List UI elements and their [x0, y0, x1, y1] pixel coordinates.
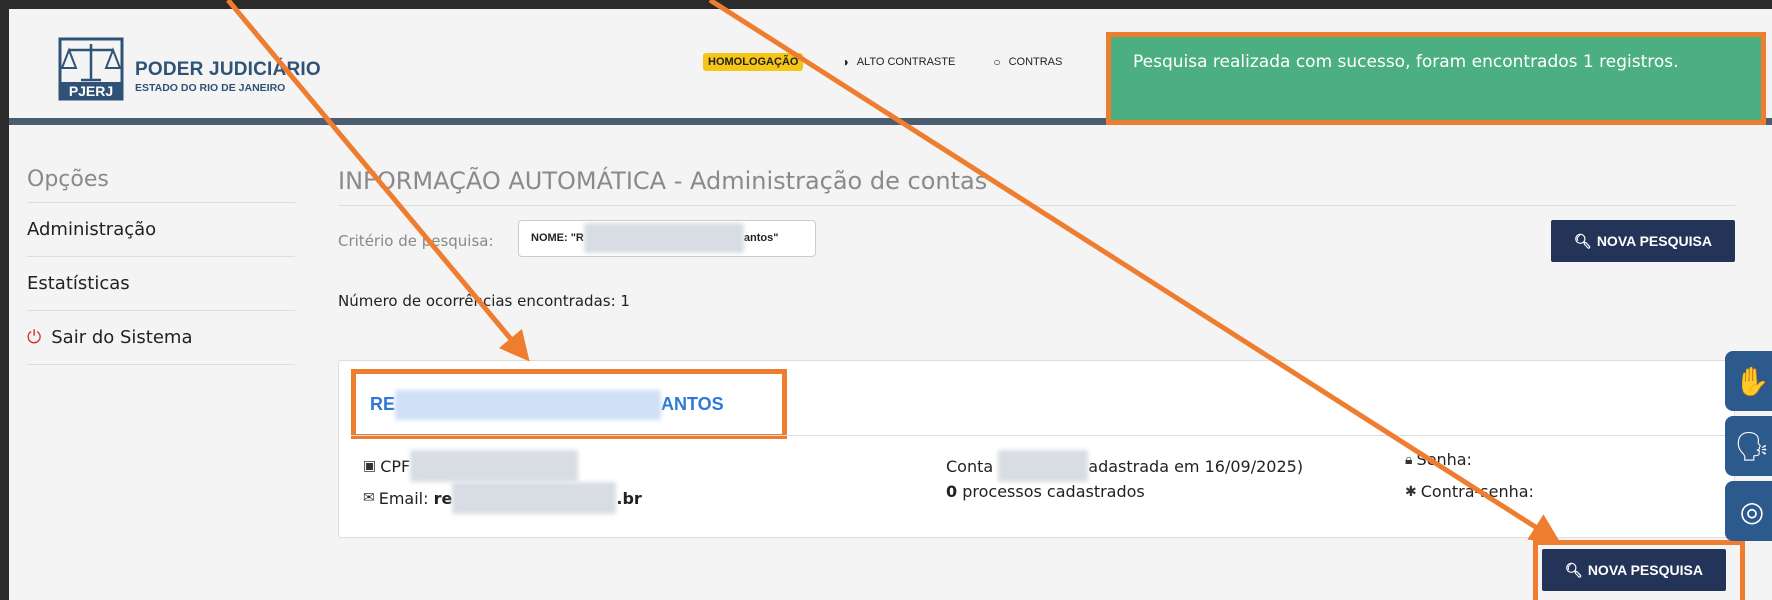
sidebar-item-label: Estatísticas	[27, 272, 130, 294]
result-count: Número de ocorrências encontradas: 1	[338, 292, 630, 310]
pjerj-logo[interactable]: PJERJ PODER JUDICIÁRIO ESTADO DO RIO DE …	[57, 36, 321, 102]
hide-eye-icon[interactable]: ◎	[1725, 481, 1772, 541]
conta-suffix: adastrada em 16/09/2025)	[1088, 456, 1304, 476]
contrast-link[interactable]: ○ CONTRAS	[993, 55, 1062, 69]
redacted-block	[452, 482, 617, 514]
email-suffix: .br	[616, 488, 642, 508]
header: PJERJ PODER JUDICIÁRIO ESTADO DO RIO DE …	[9, 9, 1772, 125]
redacted-block	[395, 390, 662, 421]
card-divider	[351, 435, 1726, 436]
conta-label: Conta	[946, 456, 994, 476]
contra-senha-label: Contra-senha:	[1420, 482, 1534, 501]
email-label: Email:	[378, 488, 429, 508]
nova-pesquisa-button-top[interactable]: 🔍︎ NOVA PESQUISA	[1551, 220, 1735, 262]
id-card-icon: ▣	[363, 458, 377, 474]
sidebar-item-label: Sair do Sistema	[51, 326, 193, 348]
criteria-row: Critério de pesquisa: NOME: "R antos" 🔍︎ …	[338, 220, 1735, 268]
environment-badge: HOMOLOGAÇÃO	[703, 53, 804, 71]
processos-count: 0	[946, 482, 958, 501]
asterisk-icon: ✱	[1405, 483, 1417, 500]
high-contrast-link[interactable]: ◑ ALTO CONTRASTE	[841, 55, 955, 69]
high-contrast-label: ALTO CONTRASTE	[856, 56, 956, 68]
email-prefix: re	[433, 488, 453, 508]
criteria-label: Critério de pesquisa:	[338, 232, 494, 250]
sign-language-icon[interactable]: ✋	[1725, 351, 1772, 411]
page-title: INFORMAÇÃO AUTOMÁTICA - Administração de…	[338, 167, 1735, 206]
logo-subtitle: ESTADO DO RIO DE JANEIRO	[135, 81, 286, 94]
redacted-block	[998, 450, 1089, 482]
envelope-icon: ✉	[363, 490, 375, 506]
sidebar-item-estatisticas[interactable]: Estatísticas	[27, 257, 295, 311]
criteria-suffix: antos"	[743, 232, 779, 244]
circle-outline-icon: ○	[993, 55, 1001, 69]
result-card: RE ANTOS ▣ CPF ✉ Email: re .br Conta adast…	[338, 360, 1735, 538]
app-window: PJERJ PODER JUDICIÁRIO ESTADO DO RIO DE …	[9, 9, 1772, 600]
senha-field: 🔒︎ Senha:	[1405, 450, 1472, 469]
search-icon: 🔍︎	[1574, 232, 1592, 249]
sidebar: Opções Administração Estatísticas ⏻ Sair…	[27, 167, 295, 365]
main-content: INFORMAÇÃO AUTOMÁTICA - Administração de…	[338, 167, 1735, 538]
logo-mark-text: PJERJ	[69, 83, 113, 99]
result-name-prefix: RE	[370, 394, 396, 414]
highlight-frame	[1533, 540, 1745, 600]
sidebar-item-label: Administração	[27, 218, 157, 240]
power-icon: ⏻	[27, 326, 42, 348]
lock-icon: 🔒︎	[1405, 451, 1413, 468]
contra-senha-field: ✱ Contra-senha:	[1405, 482, 1534, 501]
nova-pesquisa-label: NOVA PESQUISA	[1596, 233, 1712, 249]
sidebar-title: Opções	[27, 167, 295, 203]
voice-reader-icon[interactable]: 🗣︎	[1725, 416, 1772, 476]
cpf-label: CPF	[380, 456, 411, 476]
processos-label: processos cadastrados	[962, 482, 1145, 501]
processos-field: 0 processos cadastrados	[946, 482, 1145, 501]
top-links: HOMOLOGAÇÃO ◑ ALTO CONTRASTE ○ CONTRAS	[703, 53, 1062, 71]
email-field: ✉ Email: re .br	[363, 482, 642, 514]
logo-title: PODER JUDICIÁRIO	[135, 58, 321, 80]
success-toast[interactable]: Pesquisa realizada com sucesso, foram en…	[1106, 32, 1766, 125]
criteria-value: NOME: "R antos"	[518, 220, 816, 257]
sidebar-item-sair[interactable]: ⏻ Sair do Sistema	[27, 311, 295, 365]
scales-logo-icon: PJERJ	[57, 36, 125, 102]
criteria-prefix: NOME: "R	[531, 232, 584, 244]
half-circle-icon: ◑	[841, 55, 849, 69]
conta-field: Conta adastrada em 16/09/2025)	[946, 450, 1303, 482]
sidebar-item-administracao[interactable]: Administração	[27, 203, 295, 257]
redacted-block	[583, 223, 744, 254]
redacted-block	[410, 450, 579, 482]
contrast-label: CONTRAS	[1008, 56, 1063, 68]
cpf-field: ▣ CPF	[363, 450, 579, 482]
senha-label: Senha:	[1416, 450, 1472, 469]
result-name-link[interactable]: RE ANTOS	[351, 369, 787, 439]
result-name-suffix: ANTOS	[661, 394, 724, 414]
